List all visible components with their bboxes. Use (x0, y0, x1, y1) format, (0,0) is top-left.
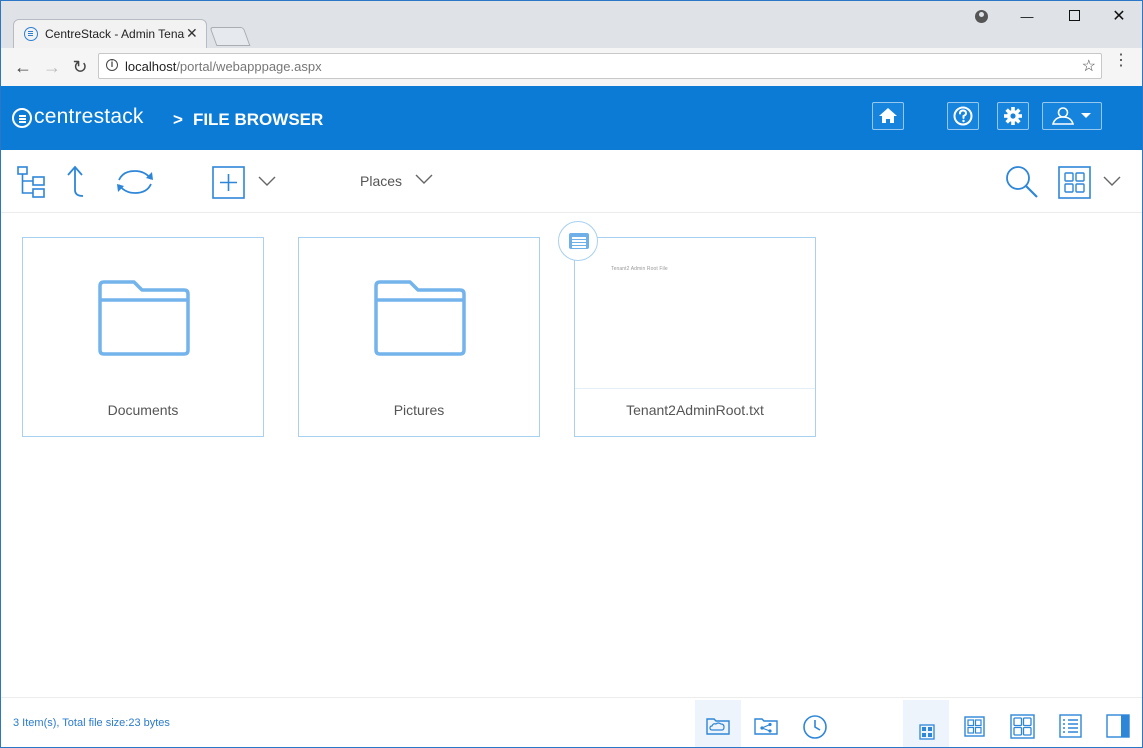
browser-toolbar: ← → ↻ i localhost/portal/webapppage.aspx… (1, 48, 1142, 87)
browser-menu-icon[interactable]: ⋮ (1113, 53, 1129, 69)
view-chevron-down-icon[interactable] (1103, 175, 1121, 187)
add-menu-chevron-down-icon[interactable] (258, 175, 276, 187)
file-tile[interactable]: Documents (22, 237, 264, 437)
document-lines-icon (569, 233, 589, 249)
page-title: FILE BROWSER (192, 110, 324, 129)
gear-icon (1004, 107, 1022, 125)
user-icon (1051, 107, 1091, 125)
grid-view-icon[interactable] (1058, 166, 1091, 199)
logo-icon (12, 108, 32, 128)
home-icon (879, 108, 897, 123)
site-info-icon[interactable]: i (106, 59, 118, 71)
large-tiles-view-button[interactable] (999, 700, 1045, 747)
profile-icon[interactable] (975, 10, 988, 23)
app-header: centrestack > FILE BROWSER (1, 86, 1142, 150)
reload-button[interactable]: ↻ (69, 56, 91, 78)
list-view-button[interactable] (1047, 700, 1093, 747)
tab-close-icon[interactable]: ✕ (186, 25, 198, 42)
search-icon[interactable] (1004, 164, 1040, 200)
folder-icon (98, 280, 190, 356)
breadcrumb: > FILE BROWSER (173, 110, 323, 130)
up-arrow-icon[interactable] (63, 164, 91, 200)
tab-title: CentreStack - Admin Tenant (45, 27, 185, 41)
file-tile[interactable]: Pictures (298, 237, 540, 437)
shared-folder-icon (754, 718, 778, 735)
small-tiles-view-button[interactable] (903, 700, 949, 747)
file-toolbar: Places (1, 150, 1142, 213)
status-bar: 3 Item(s), Total file size:23 bytes (1, 697, 1142, 747)
sync-icon[interactable] (113, 166, 157, 198)
medium-tiles-icon (964, 716, 985, 737)
large-tiles-icon (1010, 714, 1035, 739)
help-icon (953, 106, 973, 126)
back-button[interactable]: ← (12, 56, 34, 78)
settings-button[interactable] (997, 102, 1029, 130)
centrestack-favicon-icon (24, 27, 38, 41)
medium-tiles-view-button[interactable] (951, 700, 997, 747)
close-window-button[interactable]: ✕ (1103, 9, 1135, 25)
bookmark-star-icon[interactable]: ☆ (1082, 56, 1096, 76)
add-icon[interactable] (212, 166, 245, 199)
places-chevron-down-icon[interactable] (415, 172, 433, 186)
file-name: Tenant2AdminRoot.txt (626, 402, 764, 418)
logo-text: centrestack (34, 105, 144, 129)
user-menu-button[interactable] (1042, 102, 1102, 130)
browser-window: CentreStack - Admin Tenant ✕ — ✕ ← → ↻ i… (0, 0, 1143, 748)
forward-button[interactable]: → (41, 56, 63, 78)
browser-titlebar: CentreStack - Admin Tenant ✕ — ✕ (1, 1, 1142, 49)
folder-tree-icon[interactable] (15, 164, 47, 200)
preview-pane-icon (1106, 714, 1130, 738)
help-button[interactable] (947, 102, 979, 130)
maximize-button[interactable] (1058, 9, 1090, 25)
cloud-folder-icon (706, 718, 730, 735)
file-name: Pictures (393, 402, 445, 418)
list-view-icon (1059, 714, 1082, 738)
browser-tab[interactable]: CentreStack - Admin Tenant ✕ (13, 19, 207, 49)
clock-icon (803, 715, 827, 739)
preview-pane-button[interactable] (1095, 700, 1141, 747)
places-dropdown-label[interactable]: Places (360, 173, 402, 189)
maximize-icon (1068, 10, 1080, 21)
file-preview: Tenant2 Admin Root File (575, 238, 815, 389)
address-bar[interactable]: i localhost/portal/webapppage.aspx ☆ (98, 53, 1102, 79)
small-tiles-icon (919, 724, 935, 740)
caret-down-icon (1081, 113, 1091, 118)
logo-text-light: centre (34, 105, 94, 128)
file-name: Documents (107, 402, 179, 418)
breadcrumb-separator: > (173, 110, 183, 129)
cloud-folder-button[interactable] (695, 700, 741, 747)
status-summary: 3 Item(s), Total file size:23 bytes (13, 717, 170, 729)
file-preview-text: Tenant2 Admin Root File (611, 266, 668, 272)
recent-button[interactable] (791, 700, 837, 747)
file-tile[interactable]: Tenant2 Admin Root File Tenant2AdminRoot… (574, 237, 816, 437)
home-button[interactable] (872, 102, 904, 130)
shared-folder-button[interactable] (743, 700, 789, 747)
text-file-icon (558, 221, 598, 261)
new-tab-button[interactable] (209, 27, 251, 46)
url-text[interactable]: localhost/portal/webapppage.aspx (125, 59, 322, 74)
folder-icon (374, 280, 466, 356)
logo-text-bold: stack (93, 105, 144, 128)
url-host: localhost (125, 59, 177, 74)
url-path: /portal/webapppage.aspx (176, 59, 322, 74)
minimize-button[interactable]: — (1011, 9, 1043, 25)
